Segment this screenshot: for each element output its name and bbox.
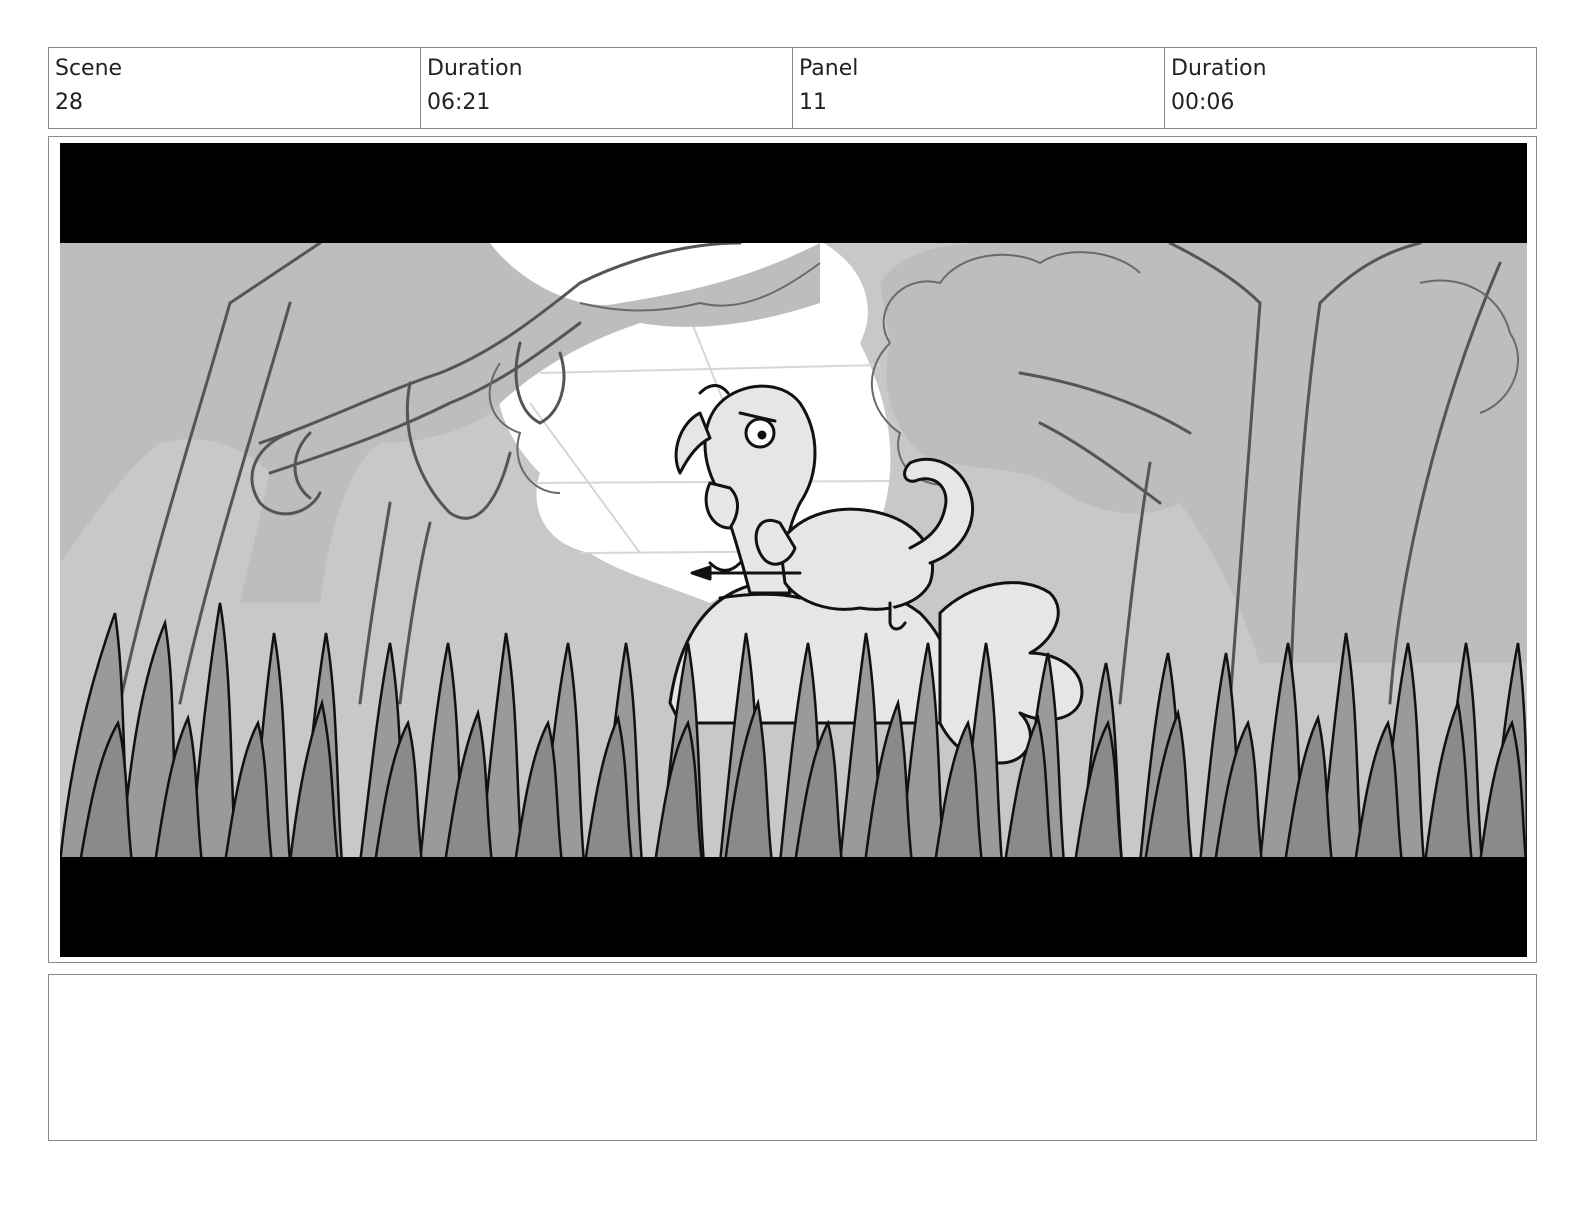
letterbox-bottom-bar [60, 857, 1527, 957]
panel-sketch-illustration [60, 143, 1527, 957]
panel-notes-box[interactable] [48, 974, 1537, 1141]
panel-cell: Panel 11 [793, 48, 1165, 128]
panel-value: 11 [799, 90, 827, 115]
scene-value: 28 [55, 90, 83, 115]
scene-duration-cell: Duration 06:21 [421, 48, 793, 128]
storyboard-panel-frame [48, 136, 1537, 963]
scene-label: Scene [55, 56, 123, 81]
panel-duration-label: Duration [1171, 56, 1267, 81]
letterbox-top-bar [60, 143, 1527, 243]
scene-duration-label: Duration [427, 56, 523, 81]
panel-label: Panel [799, 56, 859, 81]
panel-duration-cell: Duration 00:06 [1165, 48, 1536, 128]
scene-duration-value: 06:21 [427, 90, 491, 115]
panel-duration-value: 00:06 [1171, 90, 1235, 115]
storyboard-header: Scene 28 Duration 06:21 Panel 11 Duratio… [48, 47, 1537, 129]
storyboard-panel-image [60, 143, 1527, 957]
scene-cell: Scene 28 [49, 48, 421, 128]
